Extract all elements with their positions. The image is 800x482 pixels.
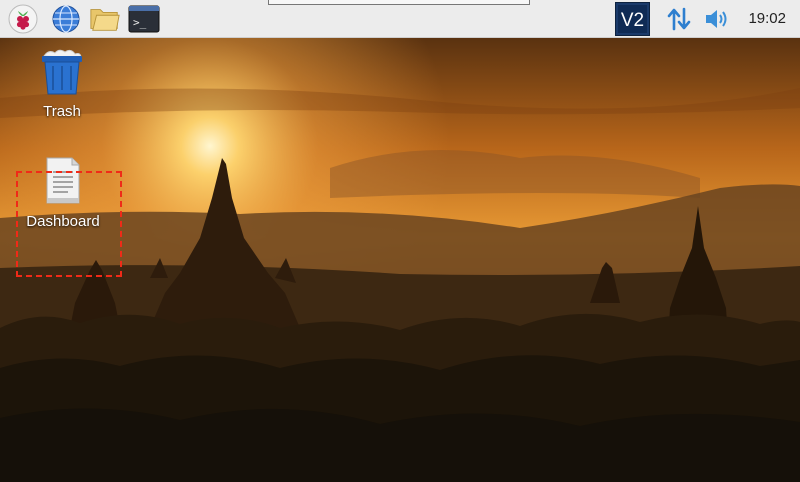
network-updown-icon	[667, 7, 691, 31]
file-manager-icon	[90, 9, 120, 31]
terminal-icon: >_	[128, 5, 160, 33]
top-panel: >_ V2 19:02	[0, 0, 800, 38]
raspberry-menu-icon	[8, 4, 38, 34]
svg-text:V2: V2	[621, 10, 644, 31]
dashboard-selection-highlight	[16, 171, 122, 277]
svg-text:>_: >_	[133, 16, 147, 29]
network-tray-button[interactable]	[664, 2, 694, 36]
trash-label: Trash	[43, 103, 81, 120]
web-browser-icon	[52, 5, 80, 33]
vnc-tray-button[interactable]: V2	[615, 2, 650, 36]
file-manager-button[interactable]	[89, 3, 121, 35]
clock[interactable]: 19:02	[748, 10, 786, 27]
raspberry-menu-button[interactable]	[7, 3, 39, 35]
desktop-background[interactable]: Trash Dashboard	[0, 38, 800, 482]
taskbar-window-button[interactable]	[268, 0, 530, 5]
volume-tray-button[interactable]	[702, 2, 732, 36]
trash-desktop-icon[interactable]: Trash	[12, 46, 112, 120]
volume-icon	[706, 10, 727, 28]
web-browser-button[interactable]	[50, 3, 82, 35]
terminal-button[interactable]: >_	[128, 3, 160, 35]
vnc-icon: V2	[615, 2, 650, 36]
trash-icon	[42, 49, 82, 95]
